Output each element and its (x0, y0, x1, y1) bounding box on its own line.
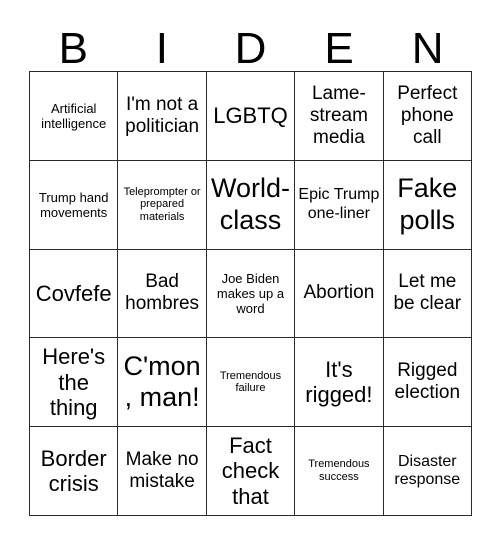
bingo-cell-label: Lame-stream media (309, 82, 368, 148)
bingo-cell-r4c4[interactable]: It's rigged! (295, 338, 384, 428)
bingo-cell-r4c2[interactable]: C'mon, man! (118, 338, 207, 428)
bingo-cell-label: Trump hand movements (38, 189, 109, 220)
bingo-cell-label: Perfect phone call (397, 82, 458, 148)
bingo-cell-r1c5[interactable]: Perfect phone call (383, 72, 472, 161)
bingo-cell-r5c5[interactable]: Disaster response (383, 427, 472, 516)
bingo-cell-r2c3[interactable]: World-class (206, 160, 296, 250)
bingo-cell-r4c1[interactable]: Here's the thing (30, 338, 119, 428)
bingo-cell-label: It's rigged! (305, 356, 373, 408)
bingo-cell-label: LGBTQ (213, 103, 288, 129)
bingo-cell-label: Joe Biden makes up a word (216, 270, 285, 317)
header-letter-b: B (58, 24, 88, 73)
header-letter-n: N (411, 24, 444, 73)
bingo-cell-label: Fact check that (221, 432, 280, 509)
bingo-cell-r5c1[interactable]: Border crisis (30, 427, 119, 516)
bingo-cell-label: Border crisis (40, 445, 107, 497)
bingo-cell-r3c5[interactable]: Let me be clear (383, 249, 472, 339)
bingo-cell-r1c4[interactable]: Lame-stream media (295, 72, 384, 161)
bingo-cell-r4c3[interactable]: Tremendous failure (206, 338, 296, 428)
bingo-cell-r3c4[interactable]: Abortion (295, 249, 384, 339)
bingo-cell-r1c3[interactable]: LGBTQ (206, 72, 296, 161)
header-letter-i: I (155, 24, 168, 73)
bingo-cell-label: Rigged election (394, 360, 461, 404)
bingo-cell-label: Fake polls (397, 173, 458, 235)
bingo-cell-label: Epic Trump one-liner (298, 186, 380, 222)
bingo-cell-r1c2[interactable]: I'm not a politician (118, 72, 207, 161)
bingo-cell-label: C'mon, man! (123, 350, 201, 413)
bingo-cell-label: Tremendous success (308, 458, 370, 484)
bingo-cell-r3c3[interactable]: Joe Biden makes up a word (206, 249, 296, 339)
bingo-cell-label: World-class (210, 173, 290, 235)
bingo-cell-label: Let me be clear (393, 271, 462, 315)
bingo-cell-label: Make no mistake (125, 449, 199, 493)
bingo-cell-r4c5[interactable]: Rigged election (383, 338, 472, 428)
bingo-cell-r2c5[interactable]: Fake polls (383, 160, 472, 250)
bingo-cell-r5c3[interactable]: Fact check that (206, 427, 296, 516)
bingo-cell-r5c2[interactable]: Make no mistake (118, 427, 207, 516)
header-letter-e: E (324, 24, 354, 73)
bingo-cell-label: Teleprompter or prepared materials (123, 185, 201, 224)
bingo-cell-r3c1[interactable]: Covfefe (30, 249, 119, 339)
bingo-cell-label: Here's the thing (42, 344, 106, 421)
bingo-cell-label: Artificial intelligence (41, 100, 107, 131)
bingo-cell-r3c2[interactable]: Bad hombres (118, 249, 207, 339)
bingo-cell-r2c1[interactable]: Trump hand movements (30, 160, 119, 250)
bingo-cell-label: Tremendous failure (219, 369, 282, 395)
bingo-header: B I D E N (29, 16, 472, 71)
bingo-cell-r2c4[interactable]: Epic Trump one-liner (295, 160, 384, 250)
bingo-cell-label: Disaster response (394, 452, 461, 489)
bingo-cell-label: I'm not a politician (125, 93, 200, 137)
bingo-cell-r5c4[interactable]: Tremendous success (295, 427, 384, 516)
bingo-cell-label: Covfefe (35, 280, 112, 306)
bingo-cell-label: Bad hombres (125, 271, 200, 315)
bingo-cell-r1c1[interactable]: Artificial intelligence (30, 72, 119, 161)
bingo-cell-r2c2[interactable]: Teleprompter or prepared materials (118, 160, 207, 250)
bingo-card: B I D E N Artificial intelligence I'm not… (0, 0, 500, 544)
bingo-cell-label: Abortion (303, 282, 375, 304)
header-letter-d: D (234, 24, 267, 73)
bingo-grid: Artificial intelligence I'm not a politic… (29, 71, 472, 516)
